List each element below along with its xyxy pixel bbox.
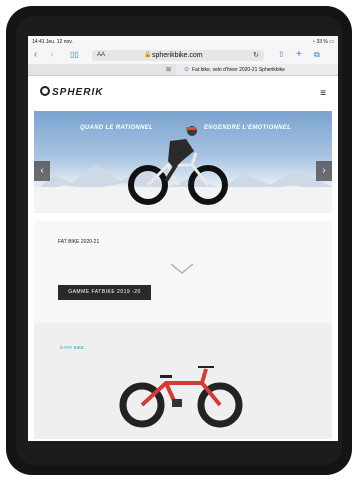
wifi-icon: ◔ <box>312 39 316 45</box>
favicon-icon: ⊙ <box>184 67 190 73</box>
menu-icon[interactable]: ≡ <box>320 88 326 99</box>
reload-icon[interactable]: ↻ <box>253 51 259 59</box>
tab-title: Fat bike, velo d'hiver 2020-21 Spherikbi… <box>192 67 285 73</box>
bookmarks-icon[interactable]: ▯▯ <box>70 49 79 61</box>
share-icon[interactable]: ⇧ <box>278 49 285 61</box>
battery-icon: ▭ <box>329 39 334 45</box>
hero-banner: QUAND LE RATIONNEL ENGENDRE L'EMOTIONNEL… <box>34 111 332 213</box>
active-tab[interactable]: ⊠ ⊙ Fat bike, velo d'hiver 2020-21 Spher… <box>166 64 338 75</box>
logo-text: SPHERIK <box>52 87 104 98</box>
address-bar[interactable]: AA 🔒 spherikbike.com ↻ <box>92 50 264 61</box>
efatbike-label[interactable]: E-FAT BIKE <box>60 345 84 350</box>
section-title: FAT BIKE 2020-21 <box>58 239 100 245</box>
efatbike-section: E-FAT BIKE <box>34 323 332 439</box>
browser-toolbar: ‹ › ▯▯ AA 🔒 spherikbike.com ↻ ⇧ + ⧉ <box>28 47 338 64</box>
lock-icon: 🔒 <box>144 52 152 58</box>
text-size-button[interactable]: AA <box>97 52 105 58</box>
site-header: SPHERIK ≡ <box>28 76 338 106</box>
chevron-right-icon: › <box>322 165 326 176</box>
tab-bar: ⊠ ⊙ Fat bike, velo d'hiver 2020-21 Spher… <box>28 64 338 76</box>
chevron-down-icon[interactable] <box>170 263 194 275</box>
logo-mark-icon <box>40 86 50 96</box>
tablet-screen: 14:41 Jeu. 12 nov. ◔ 33 % ▭ ‹ › ▯▯ AA 🔒 … <box>28 36 338 441</box>
status-time: 14:41 Jeu. 12 nov. <box>32 39 73 45</box>
carousel-next-button[interactable]: › <box>316 161 332 181</box>
hero-right-text: ENGENDRE L'EMOTIONNEL <box>204 125 292 131</box>
fatbike-section: FAT BIKE 2020-21 GAMME FATBIKE 2019 -20 <box>34 221 332 323</box>
forward-icon[interactable]: › <box>50 49 53 61</box>
battery-percent: 33 % <box>316 39 328 45</box>
status-bar: 14:41 Jeu. 12 nov. ◔ 33 % ▭ <box>28 36 338 47</box>
hero-left-text: QUAND LE RATIONNEL <box>80 125 153 131</box>
back-icon[interactable]: ‹ <box>34 49 37 61</box>
carousel-prev-button[interactable]: ‹ <box>34 161 50 181</box>
site-logo[interactable]: SPHERIK <box>40 86 103 98</box>
gamme-fatbike-button[interactable]: GAMME FATBIKE 2019 -20 <box>58 285 151 300</box>
new-tab-icon[interactable]: + <box>296 49 302 61</box>
red-efatbike-image[interactable] <box>116 359 246 429</box>
url-text[interactable]: spherikbike.com <box>152 52 203 59</box>
chevron-left-icon: ‹ <box>40 165 44 176</box>
status-right: ◔ 33 % ▭ <box>312 39 334 45</box>
close-tab-icon[interactable]: ⊠ <box>166 66 171 73</box>
tabs-icon[interactable]: ⧉ <box>314 49 320 61</box>
rider-on-fatbike-image <box>128 126 228 205</box>
